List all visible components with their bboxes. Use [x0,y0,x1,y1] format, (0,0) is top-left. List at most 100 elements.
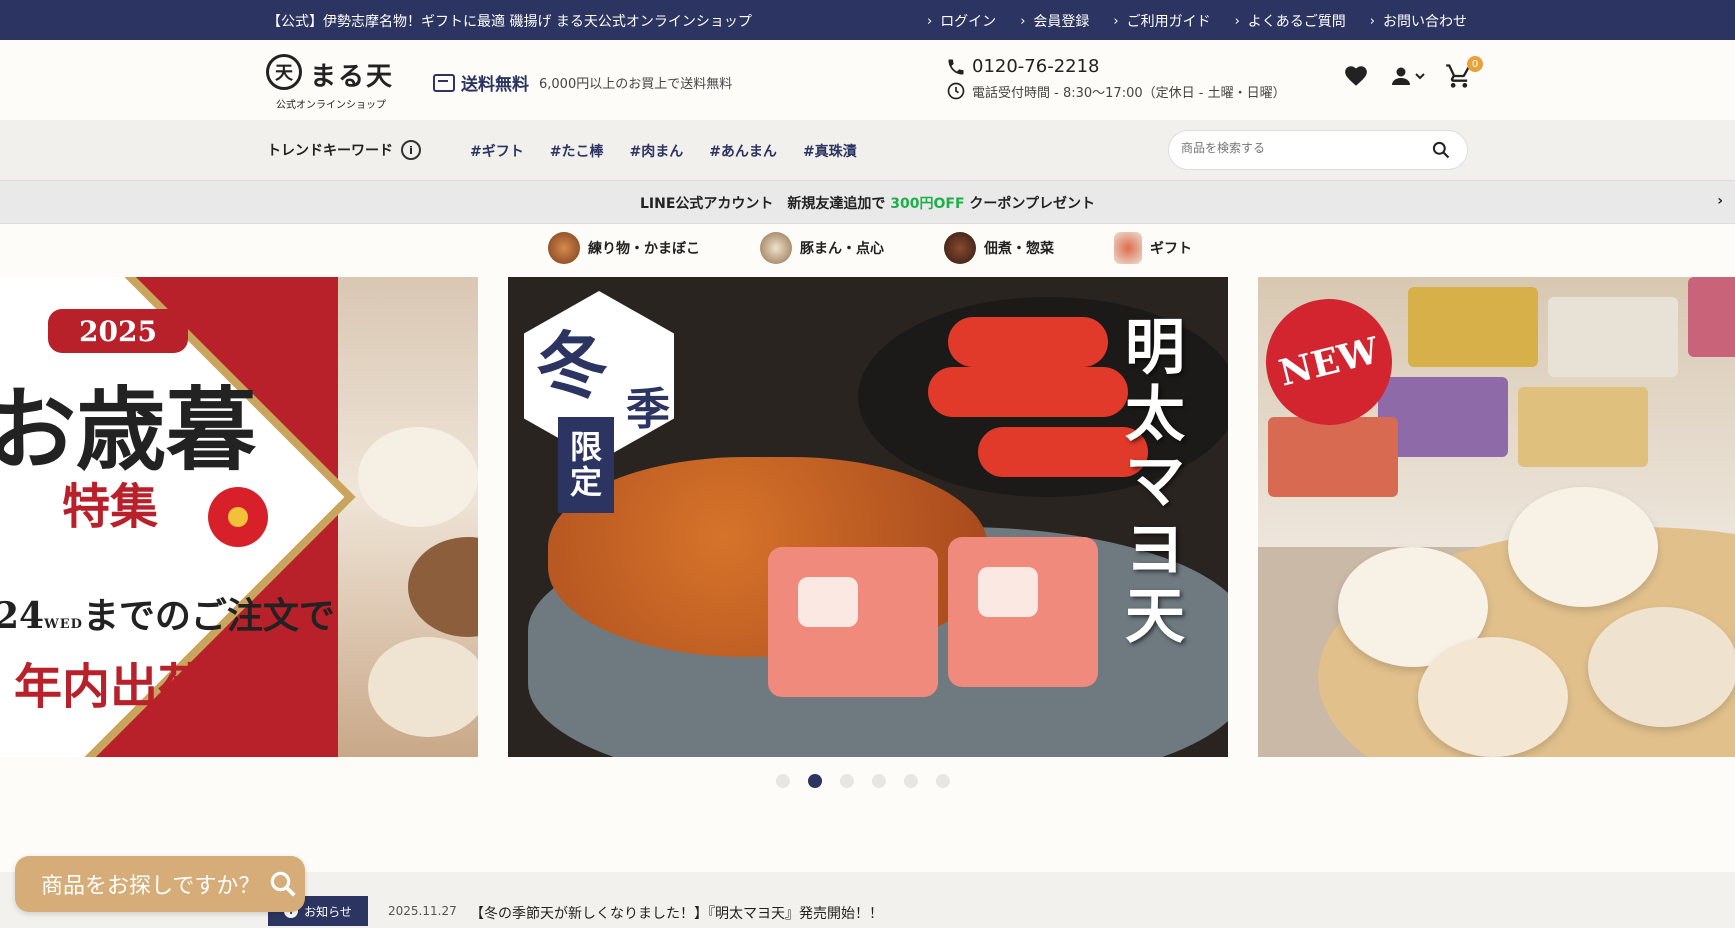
chevron-right-icon: › [1020,13,1026,29]
phone-hours: 電話受付時間 - 8:30〜17:00（定休日 - 土曜・日曜） [972,85,1286,101]
trend-tag-gift[interactable]: #ギフト [470,141,524,161]
news-date: 2025.11.27 [388,904,457,918]
guide-link[interactable]: › ご利用ガイド [1113,11,1210,31]
category-nerimono[interactable]: 練り物・かまぼこ [548,232,700,264]
top-bar: 【公式】伊勢志摩名物！ギフトに最適 磯揚げ まる天公式オンラインショップ › ログ… [0,0,1735,40]
camellia-icon [208,487,268,547]
category-thumb [944,232,976,264]
carousel-dot-5[interactable] [904,774,918,788]
category-label: 佃煮・惣菜 [984,241,1054,257]
package-shape [1268,417,1398,497]
phone-icon [948,59,964,74]
header-actions: 0 [1343,56,1483,90]
info-icon[interactable]: i [401,140,421,160]
site-logo[interactable]: 天 まる天 公式オンラインショップ [266,48,396,111]
bun-shape [1418,637,1568,757]
faq-link[interactable]: › よくあるご質問 [1235,11,1346,31]
mentaiko-shape [948,317,1108,367]
register-link[interactable]: › 会員登録 [1020,11,1089,31]
bun-shape [408,537,478,637]
slide-mentai-season2: 季 [626,384,670,435]
trend-label: トレンドキーワード [267,143,393,159]
trend-tag-shinjuzuke[interactable]: #真珠漬 [803,141,857,161]
category-tsukudani[interactable]: 佃煮・惣菜 [944,232,1054,264]
logo-subtitle: 公式オンラインショップ [276,100,386,111]
product-finder-button[interactable]: 商品をお探しですか？ [15,856,305,912]
slide-mentai-limited: 限 定 [558,417,614,513]
slide-oseibo-deadline: 24WEDまでのご注文で [0,595,335,637]
slide-oseibo-photo [338,277,478,757]
site-header: 天 まる天 公式オンラインショップ 送料無料 6,000円以上のお買上で送料無料… [0,40,1735,120]
category-thumb [548,232,580,264]
carousel-dot-2[interactable] [808,774,822,788]
carousel-dot-4[interactable] [872,774,886,788]
product-search [1168,130,1468,170]
favorites-heart-icon[interactable] [1343,63,1369,89]
bun-shape [1508,487,1658,607]
carousel-dot-1[interactable] [776,774,790,788]
trend-tag-nikuman[interactable]: #肉まん [629,141,683,161]
free-shipping-condition: 6,000円以上のお買上で送料無料 [539,77,733,92]
search-icon [271,871,296,897]
slide-oseibo[interactable]: 2025 お歳暮 特集 24WEDまでのご注文で 年内出荷 [0,277,478,757]
trend-keyword-bar: トレンドキーワード i #ギフト #たこ棒 #肉まん #あんまん #真珠漬 [0,120,1735,180]
slide-oseibo-subtitle: 特集 [62,479,159,535]
phone-number[interactable]: 0120-76-2218 [972,56,1100,77]
cart-button[interactable]: 0 [1445,56,1483,90]
trend-tag-takobou[interactable]: #たこ棒 [550,141,604,161]
category-label: 豚まん・点心 [800,241,884,257]
login-link[interactable]: › ログイン [927,11,996,31]
product-finder-label: 商品をお探しですか？ [41,874,261,899]
package-shape [1548,297,1678,377]
free-shipping-notice: 送料無料 6,000円以上のお買上で送料無料 [433,70,732,95]
chevron-right-icon: › [1234,13,1240,29]
package-shape [1688,277,1735,357]
hero-carousel: 2025 お歳暮 特集 24WEDまでのご注文で 年内出荷 冬 季 限 定 明 … [0,277,1735,757]
trend-tags: #ギフト #たこ棒 #肉まん #あんまん #真珠漬 [470,141,857,161]
bun-shape [358,427,478,527]
bun-shape [368,637,478,737]
category-nav: 練り物・かまぼこ 豚まん・点心 佃煮・惣菜 ギフト [548,232,1192,264]
category-thumb [760,232,792,264]
slide-oseibo-shipping: 年内出荷 [14,659,207,715]
chevron-right-icon: › [1369,13,1375,29]
category-label: 練り物・かまぼこ [588,241,700,257]
category-gift[interactable]: ギフト [1114,232,1192,264]
search-input[interactable] [1181,141,1421,155]
user-icon [1392,67,1410,85]
slide-mentai-mayo[interactable]: 冬 季 限 定 明 太 マ ヨ 天 [508,277,1228,757]
carousel-dot-6[interactable] [936,774,950,788]
carousel-dots [776,774,950,788]
category-thumb [1114,232,1142,264]
slide-oseibo-year: 2025 [48,309,188,353]
chevron-right-icon: › [926,13,933,29]
slide-new-buns[interactable]: NEW [1258,277,1735,757]
package-shape [1408,287,1538,367]
slide-mentai-title: 明 太 マ ヨ 天 [1125,313,1185,652]
clock-icon [947,82,965,100]
slide-mentai-season: 冬 [536,323,609,408]
news-title-link[interactable]: 【冬の季節天が新しくなりました！】『明太マヨ天』発売開始！！ [470,903,883,923]
logo-name: まる天 [310,62,395,92]
category-butaman[interactable]: 豚まん・点心 [760,232,884,264]
top-nav: › ログイン › 会員登録 › ご利用ガイド › よくあるご質問 › お問い合わせ [927,11,1467,31]
phone-contact: 0120-76-2218 電話受付時間 - 8:30〜17:00（定休日 - 土… [946,56,1286,101]
top-bar-message: 【公式】伊勢志摩名物！ギフトに最適 磯揚げ まる天公式オンラインショップ [267,14,752,30]
package-shape [1518,387,1648,467]
line-banner-suffix: クーポンプレゼント [964,196,1096,212]
logo-mark: 天 [266,54,302,90]
carousel-dot-3[interactable] [840,774,854,788]
search-icon[interactable] [1431,140,1451,160]
line-coupon-banner[interactable]: LINE公式アカウント 新規友達追加で 300円OFF クーポンプレゼント › [0,180,1735,224]
account-menu[interactable] [1389,64,1425,88]
trend-tag-anman[interactable]: #あんまん [709,141,777,161]
gift-box-icon [433,73,455,92]
free-shipping-title: 送料無料 [461,75,529,95]
chevron-down-icon [1415,73,1425,80]
contact-link[interactable]: › お問い合わせ [1370,11,1467,31]
category-label: ギフト [1150,241,1192,257]
line-banner-highlight: 300円OFF [890,196,965,212]
fritter-cut-shape [768,547,938,697]
chevron-right-icon[interactable]: › [1717,193,1723,209]
cart-count-badge: 0 [1467,56,1483,72]
